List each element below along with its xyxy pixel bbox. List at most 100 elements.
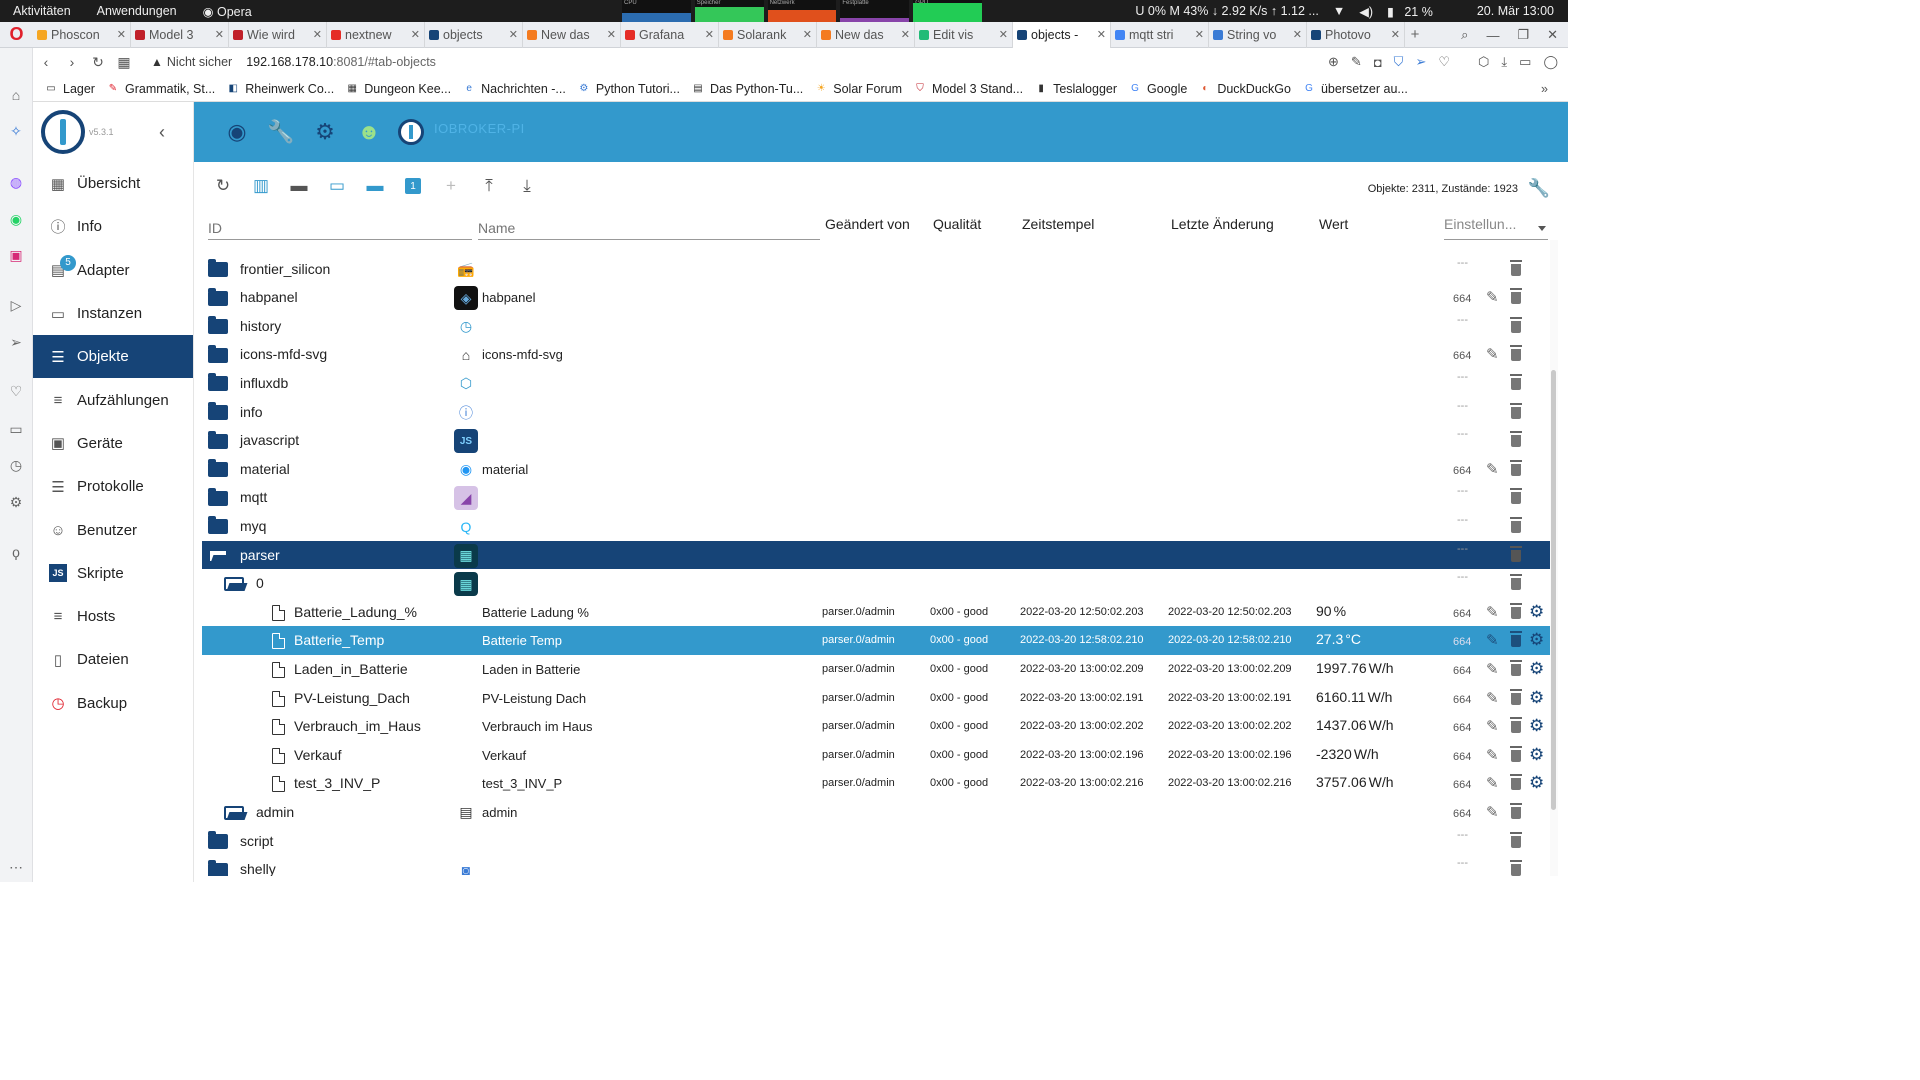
state-row[interactable]: Laden_in_Batterie Laden in Batterie parser… bbox=[202, 655, 1550, 684]
browser-tab[interactable]: Phoscon ✕ bbox=[33, 21, 131, 48]
menu-item-hosts[interactable]: ≡ Hosts bbox=[33, 595, 193, 638]
menu-item-backup[interactable]: ◷ Backup bbox=[33, 682, 193, 725]
state-row[interactable]: Verbrauch_im_Haus Verbrauch im Haus parser… bbox=[202, 712, 1550, 741]
speed-dial-icon[interactable]: ▦ bbox=[111, 54, 137, 71]
tab-close-icon[interactable]: ✕ bbox=[411, 28, 420, 41]
folder-row[interactable]: influxdb ⬡ --- bbox=[202, 369, 1550, 398]
tab-close-icon[interactable]: ✕ bbox=[1391, 28, 1400, 41]
favorites-icon[interactable]: ♡ bbox=[7, 382, 25, 400]
tab-close-icon[interactable]: ✕ bbox=[1195, 28, 1204, 41]
folder-row[interactable]: javascript JS --- bbox=[202, 426, 1550, 455]
id-filter-input[interactable] bbox=[208, 216, 472, 240]
tab-close-icon[interactable]: ✕ bbox=[901, 28, 910, 41]
folder-collapse-icon[interactable]: ▬ bbox=[356, 170, 394, 202]
folder-row[interactable]: frontier_silicon 📻 --- bbox=[202, 255, 1550, 284]
upload-icon[interactable]: ⤒ bbox=[470, 170, 508, 202]
folder-row[interactable]: material ◉ material 664 ✎ bbox=[202, 455, 1550, 484]
more-bookmarks-icon[interactable]: » bbox=[1541, 82, 1548, 96]
edit-icon[interactable]: ✎ bbox=[1486, 345, 1499, 363]
folder-icon[interactable]: ▬ bbox=[280, 170, 318, 202]
menu-item-instances[interactable]: ▭ Instanzen bbox=[33, 292, 193, 335]
bookmark-item[interactable]: e Nachrichten -... bbox=[463, 82, 566, 96]
folder-row[interactable]: icons-mfd-svg ⌂ icons-mfd-svg 664 ✎ bbox=[202, 340, 1550, 369]
tab-close-icon[interactable]: ✕ bbox=[607, 28, 616, 41]
delete-icon[interactable] bbox=[1510, 745, 1522, 762]
browser-tab[interactable]: mqtt stri ✕ bbox=[1111, 21, 1209, 48]
edit-icon[interactable]: ✎ bbox=[1486, 689, 1499, 707]
opera-menu-icon[interactable]: O bbox=[0, 22, 33, 48]
url-field[interactable]: 192.168.178.10:8081/#tab-objects bbox=[246, 55, 436, 69]
collapse-drawer-icon[interactable]: ‹ bbox=[159, 122, 165, 143]
messenger-icon[interactable]: ◍ bbox=[7, 173, 25, 191]
folder-row[interactable]: myq Q --- bbox=[202, 512, 1550, 541]
custom-settings-icon[interactable]: ⚙ bbox=[1529, 745, 1544, 765]
edit-icon[interactable]: ✎ bbox=[1486, 746, 1499, 764]
folder-row[interactable]: 0 ▦ --- bbox=[202, 569, 1550, 598]
edit-icon[interactable]: ✎ bbox=[1486, 803, 1499, 821]
back-icon[interactable]: ‹ bbox=[33, 54, 59, 70]
row-type-icon[interactable] bbox=[268, 661, 288, 678]
custom-settings-icon[interactable]: ⚙ bbox=[1529, 716, 1544, 736]
camera-icon[interactable]: ◘ bbox=[1374, 55, 1382, 70]
send-sidebar-icon[interactable]: ➢ bbox=[7, 333, 25, 351]
search-tabs-icon[interactable]: ⌕ bbox=[1461, 27, 1468, 43]
bookmark-item[interactable]: ▤ Das Python-Tu... bbox=[692, 82, 803, 96]
folder-row[interactable]: mqtt ◢ --- bbox=[202, 483, 1550, 512]
row-value[interactable]: 27.3 °C bbox=[1316, 631, 1361, 647]
bookmark-item[interactable]: ▮ Teslalogger bbox=[1035, 82, 1117, 96]
custom-settings-icon[interactable]: ⚙ bbox=[1529, 773, 1544, 793]
row-type-icon[interactable] bbox=[208, 831, 228, 850]
folder-row[interactable]: parser ▦ --- bbox=[202, 540, 1550, 570]
delete-icon[interactable] bbox=[1510, 431, 1522, 448]
menu-item-user[interactable]: ☺ Benutzer bbox=[33, 508, 193, 551]
row-type-icon[interactable] bbox=[208, 487, 228, 506]
browser-tab[interactable]: String vo ✕ bbox=[1209, 21, 1307, 48]
folder-row[interactable]: habpanel ◈ habpanel 664 ✎ bbox=[202, 283, 1550, 312]
row-value[interactable]: 3757.06 W/h bbox=[1316, 774, 1394, 790]
browser-tab[interactable]: New das ✕ bbox=[817, 21, 915, 48]
zoom-icon[interactable]: ⊕ bbox=[1328, 54, 1339, 70]
browser-tab[interactable]: Solarank ✕ bbox=[719, 21, 817, 48]
delete-icon[interactable] bbox=[1510, 688, 1522, 705]
state-row[interactable]: PV-Leistung_Dach PV-Leistung Dach parser.0… bbox=[202, 684, 1550, 713]
new-tab-button[interactable]: + bbox=[1405, 26, 1425, 43]
delete-icon[interactable] bbox=[1510, 545, 1522, 562]
expert-mode-icon[interactable]: ⚙ bbox=[306, 113, 344, 151]
row-type-icon[interactable] bbox=[208, 859, 228, 876]
activities-button[interactable]: Aktivitäten bbox=[0, 4, 84, 18]
settings-icon[interactable]: ⚙ bbox=[7, 493, 25, 511]
folder-row[interactable]: admin ▤ admin 664 ✎ bbox=[202, 798, 1550, 827]
download-icon[interactable]: ⤓ bbox=[508, 170, 546, 202]
speed-dial-sidebar-icon[interactable]: ✧ bbox=[7, 122, 25, 140]
delete-icon[interactable] bbox=[1510, 259, 1522, 276]
scroll-thumb[interactable] bbox=[1551, 370, 1556, 810]
row-type-icon[interactable] bbox=[208, 430, 228, 449]
vpn-icon[interactable]: ⛉ bbox=[1394, 54, 1404, 70]
custom-settings-icon[interactable]: ⚙ bbox=[1529, 630, 1544, 650]
folder-open-icon[interactable]: ▭ bbox=[318, 170, 356, 202]
edit-icon[interactable]: ✎ bbox=[1486, 631, 1499, 649]
tab-close-icon[interactable]: ✕ bbox=[803, 28, 812, 41]
more-icon[interactable]: ⋯ bbox=[7, 858, 25, 876]
download-icon[interactable]: ⤓ bbox=[1501, 54, 1507, 70]
battery-saver-icon[interactable]: ▭ bbox=[1519, 54, 1531, 70]
delete-icon[interactable] bbox=[1510, 459, 1522, 476]
forward-icon[interactable]: › bbox=[59, 54, 85, 70]
tree-scrollbar[interactable] bbox=[1550, 240, 1558, 876]
lightbulb-icon[interactable]: ϙ bbox=[7, 543, 25, 561]
delete-icon[interactable] bbox=[1510, 831, 1522, 848]
columns-icon[interactable]: ▥ bbox=[242, 170, 280, 202]
row-type-icon[interactable] bbox=[268, 776, 288, 793]
menu-item-logs[interactable]: ☰ Protokolle bbox=[33, 465, 193, 508]
browser-tab[interactable]: Grafana ✕ bbox=[621, 21, 719, 48]
edit-icon[interactable]: ✎ bbox=[1486, 774, 1499, 792]
row-value[interactable]: -2320 W/h bbox=[1316, 746, 1379, 762]
state-row[interactable]: Batterie_Ladung_% Batterie Ladung % parser… bbox=[202, 598, 1550, 627]
refresh-icon[interactable]: ↻ bbox=[204, 170, 242, 202]
delete-icon[interactable] bbox=[1510, 802, 1522, 819]
tab-close-icon[interactable]: ✕ bbox=[705, 28, 714, 41]
custom-settings-icon[interactable]: ⚙ bbox=[1529, 688, 1544, 708]
bookmark-item[interactable]: Gübersetzer au... bbox=[1303, 82, 1408, 96]
tab-close-icon[interactable]: ✕ bbox=[999, 28, 1008, 41]
row-value[interactable]: 90% bbox=[1316, 603, 1346, 619]
